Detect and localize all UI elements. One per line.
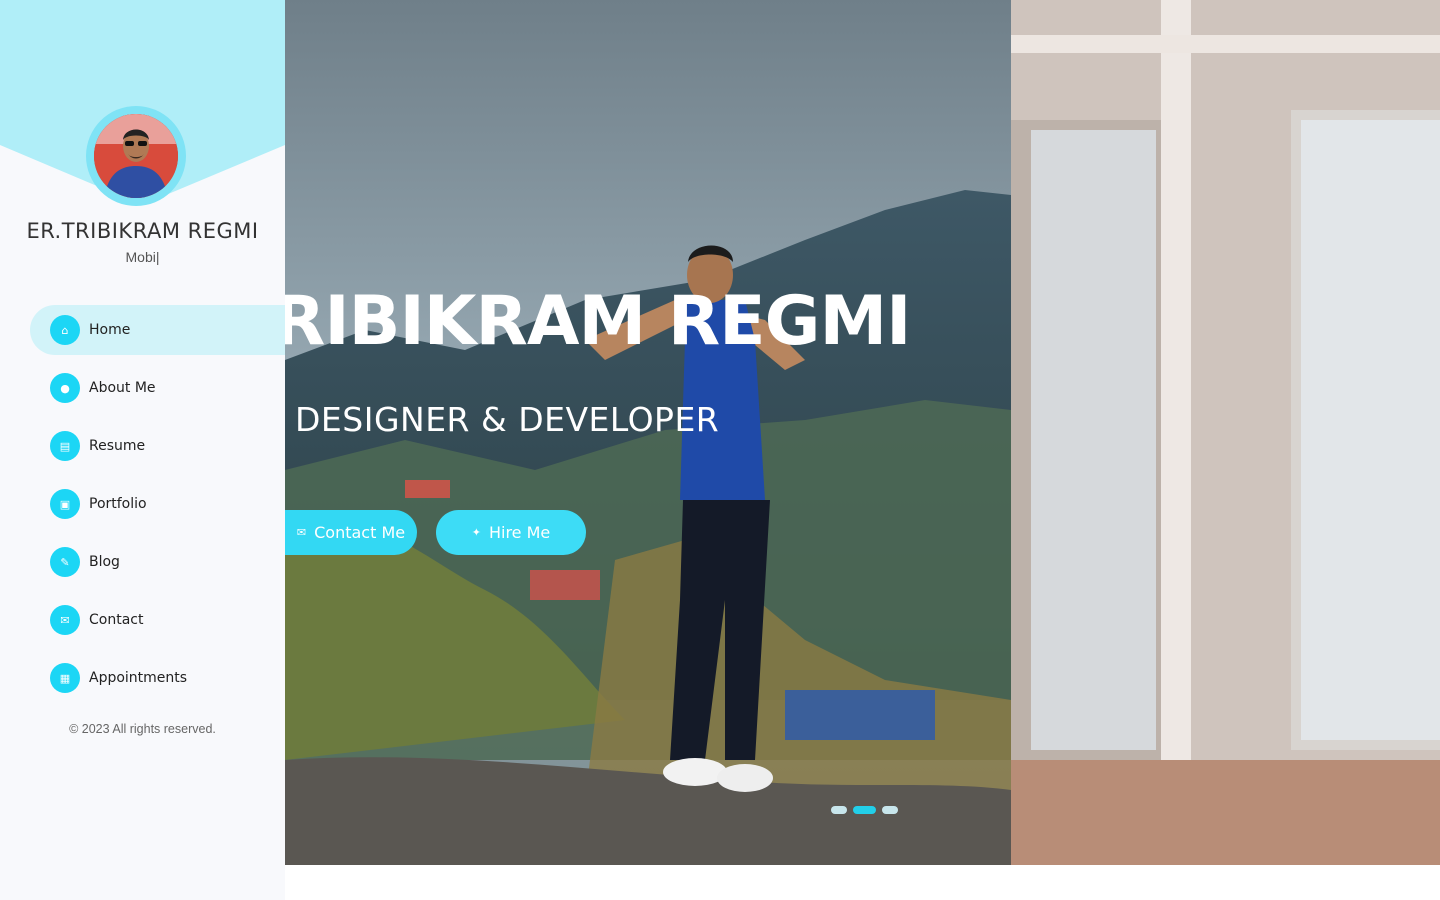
home-icon: ⌂ — [50, 315, 80, 345]
nav-item-label: Contact — [89, 612, 144, 628]
carousel-dots — [831, 806, 898, 814]
contact-me-label: Contact Me — [314, 523, 406, 542]
carousel-dot[interactable] — [831, 806, 847, 814]
calendar-icon: ▦ — [50, 663, 80, 693]
hero-section: RIBIKRAM REGMI DESIGNER & DEVELOPER ✉ Co… — [285, 0, 1440, 865]
nav-item-appointments[interactable]: ▦ Appointments — [30, 653, 285, 703]
envelope-icon: ✉ — [296, 526, 307, 539]
nav-item-about-me[interactable]: ● About Me — [30, 363, 285, 413]
contact-me-button[interactable]: ✉ Contact Me — [285, 510, 417, 555]
page-bottom-strip — [285, 865, 1440, 900]
hero-side-image — [1011, 0, 1440, 865]
sidebar: ER.TRIBIKRAM REGMI Mobi| ⌂ Home ● About … — [0, 0, 285, 900]
profile-name: ER.TRIBIKRAM REGMI — [26, 219, 259, 243]
briefcase-icon: ▣ — [50, 489, 80, 519]
hero-subtitle: DESIGNER & DEVELOPER — [295, 400, 720, 439]
nav-item-label: About Me — [89, 380, 156, 396]
envelope-icon: ✉ — [50, 605, 80, 635]
nav-item-label: Resume — [89, 438, 146, 454]
handshake-icon: ✦ — [471, 526, 481, 539]
nav-item-blog[interactable]: ✎ Blog — [30, 537, 285, 587]
nav-item-label: Portfolio — [89, 496, 147, 512]
file-icon: ▤ — [50, 431, 80, 461]
hire-me-button[interactable]: ✦ Hire Me — [436, 510, 586, 555]
nav-item-label: Blog — [89, 554, 120, 570]
nav-item-contact[interactable]: ✉ Contact — [30, 595, 285, 645]
carousel-dot-active[interactable] — [853, 806, 876, 814]
pen-icon: ✎ — [50, 547, 80, 577]
sidebar-nav: ⌂ Home ● About Me ▤ Resume ▣ Portfolio ✎… — [30, 305, 285, 711]
nav-item-label: Appointments — [89, 670, 188, 686]
nav-item-portfolio[interactable]: ▣ Portfolio — [30, 479, 285, 529]
user-icon: ● — [50, 373, 80, 403]
nav-item-home[interactable]: ⌂ Home — [30, 305, 285, 355]
copyright-text: © 2023 All rights reserved. — [69, 722, 216, 736]
hire-me-label: Hire Me — [488, 523, 551, 542]
profile-role: Mobi| — [125, 249, 160, 265]
nav-item-resume[interactable]: ▤ Resume — [30, 421, 285, 471]
carousel-dot[interactable] — [882, 806, 898, 814]
avatar — [94, 114, 178, 198]
hero-title: RIBIKRAM REGMI — [285, 282, 911, 361]
nav-item-label: Home — [89, 322, 131, 338]
